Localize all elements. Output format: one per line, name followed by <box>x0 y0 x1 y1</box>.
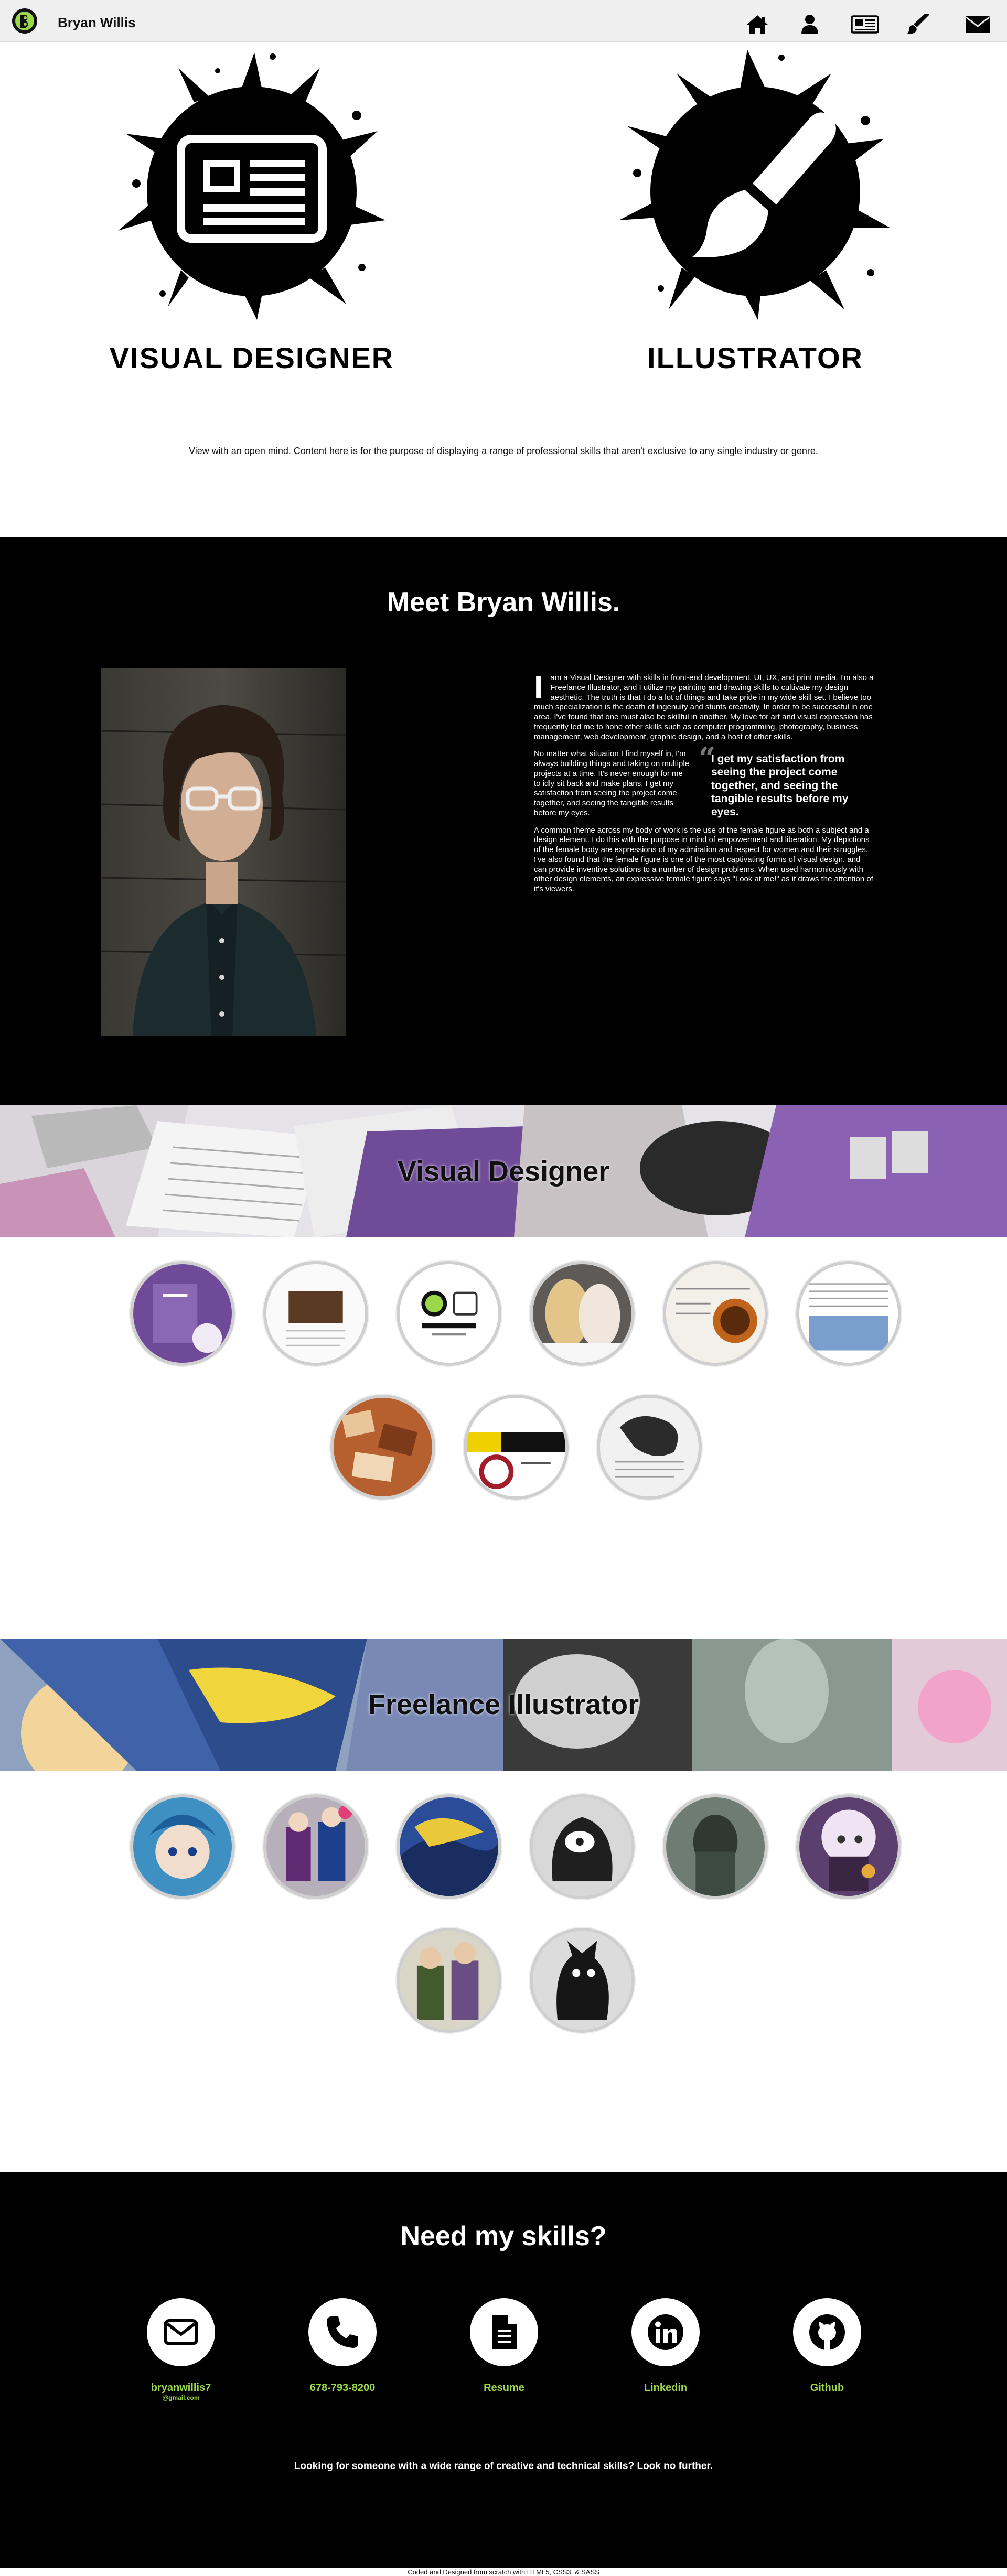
footer-credit: Coded and Designed from scratch with HTM… <box>408 2568 599 2576</box>
illustrator-heading: ILLUSTRATOR <box>647 341 863 374</box>
linkedin-link[interactable]: Linkedin <box>597 2382 734 2394</box>
illustrator-thumb[interactable] <box>263 1794 368 1899</box>
contact-section: Need my skills? bryanwillis7 @gmail.com 6… <box>0 2172 1007 2568</box>
about-paragraph-1: am a Visual Designer with skills in fron… <box>534 673 874 741</box>
linkedin-icon[interactable] <box>631 2298 700 2366</box>
illustrator-thumb[interactable] <box>796 1794 901 1899</box>
phone-icon[interactable] <box>308 2298 377 2366</box>
user-icon[interactable] <box>797 14 822 35</box>
home-icon[interactable] <box>745 14 770 35</box>
designer-thumb[interactable] <box>663 1261 768 1366</box>
pull-quote: “I get my satisfaction from seeing the p… <box>699 741 875 818</box>
email-label[interactable]: bryanwillis7 <box>151 2382 211 2394</box>
about-paragraph-3: A common theme across my body of work is… <box>534 825 873 894</box>
hero-description: View with an open mind. Content here is … <box>189 446 818 456</box>
portrait-photo <box>101 668 346 1036</box>
visual-designer-splat[interactable] <box>115 47 388 320</box>
github-link[interactable]: Github <box>759 2382 895 2394</box>
designer-thumb[interactable] <box>397 1261 501 1366</box>
illustrator-thumb[interactable] <box>397 1928 501 2033</box>
about-bio: Iam a Visual Designer with skills in fro… <box>534 670 875 902</box>
top-nav: Bryan Willis <box>0 0 1007 42</box>
envelope-icon[interactable] <box>147 2298 215 2366</box>
pull-quote-text: I get my satisfaction from seeing the pr… <box>711 753 849 818</box>
resume-link[interactable]: Resume <box>436 2382 572 2394</box>
contact-title: Need my skills? <box>400 2221 607 2251</box>
visual-designer-banner: Visual Designer <box>0 1105 1007 1237</box>
designer-thumb[interactable] <box>597 1395 702 1500</box>
github-icon[interactable] <box>793 2298 861 2366</box>
designer-thumb[interactable] <box>796 1261 901 1366</box>
document-icon[interactable] <box>470 2298 538 2366</box>
designer-thumb[interactable] <box>464 1395 569 1500</box>
newspaper-icon[interactable] <box>850 14 880 35</box>
email-link[interactable]: bryanwillis7 @gmail.com <box>113 2382 249 2401</box>
email-domain[interactable]: @gmail.com <box>113 2394 249 2401</box>
envelope-icon[interactable] <box>964 14 991 35</box>
designer-thumb[interactable] <box>530 1261 635 1366</box>
visual-designer-heading: VISUAL DESIGNER <box>109 341 394 374</box>
about-section: Meet Bryan Willis. Iam a Visual Designer… <box>0 537 1007 1106</box>
about-dropcap: I <box>534 670 543 706</box>
designer-thumb[interactable] <box>263 1261 368 1366</box>
illustrator-thumb[interactable] <box>530 1794 635 1899</box>
illustrator-thumb[interactable] <box>530 1928 635 2033</box>
contact-tagline: Looking for someone with a wide range of… <box>294 2461 713 2472</box>
illustrator-splat[interactable] <box>619 47 892 320</box>
illustrator-banner: Freelance Illustrator <box>0 1639 1007 1771</box>
illustrator-thumb[interactable] <box>397 1794 501 1899</box>
quote-icon: “ <box>699 741 716 776</box>
designer-thumb[interactable] <box>330 1395 435 1500</box>
logo-icon[interactable] <box>12 8 38 34</box>
visual-designer-title: Visual Designer <box>397 1156 610 1187</box>
brand-name[interactable]: Bryan Willis <box>58 15 136 31</box>
brush-icon[interactable] <box>906 13 931 35</box>
illustrator-title: Freelance Illustrator <box>368 1689 639 1720</box>
about-title: Meet Bryan Willis. <box>387 587 620 618</box>
illustrator-thumb[interactable] <box>130 1794 235 1899</box>
phone-link[interactable]: 678-793-8200 <box>274 2382 411 2394</box>
designer-thumb[interactable] <box>130 1261 235 1366</box>
illustrator-thumb[interactable] <box>663 1794 768 1899</box>
